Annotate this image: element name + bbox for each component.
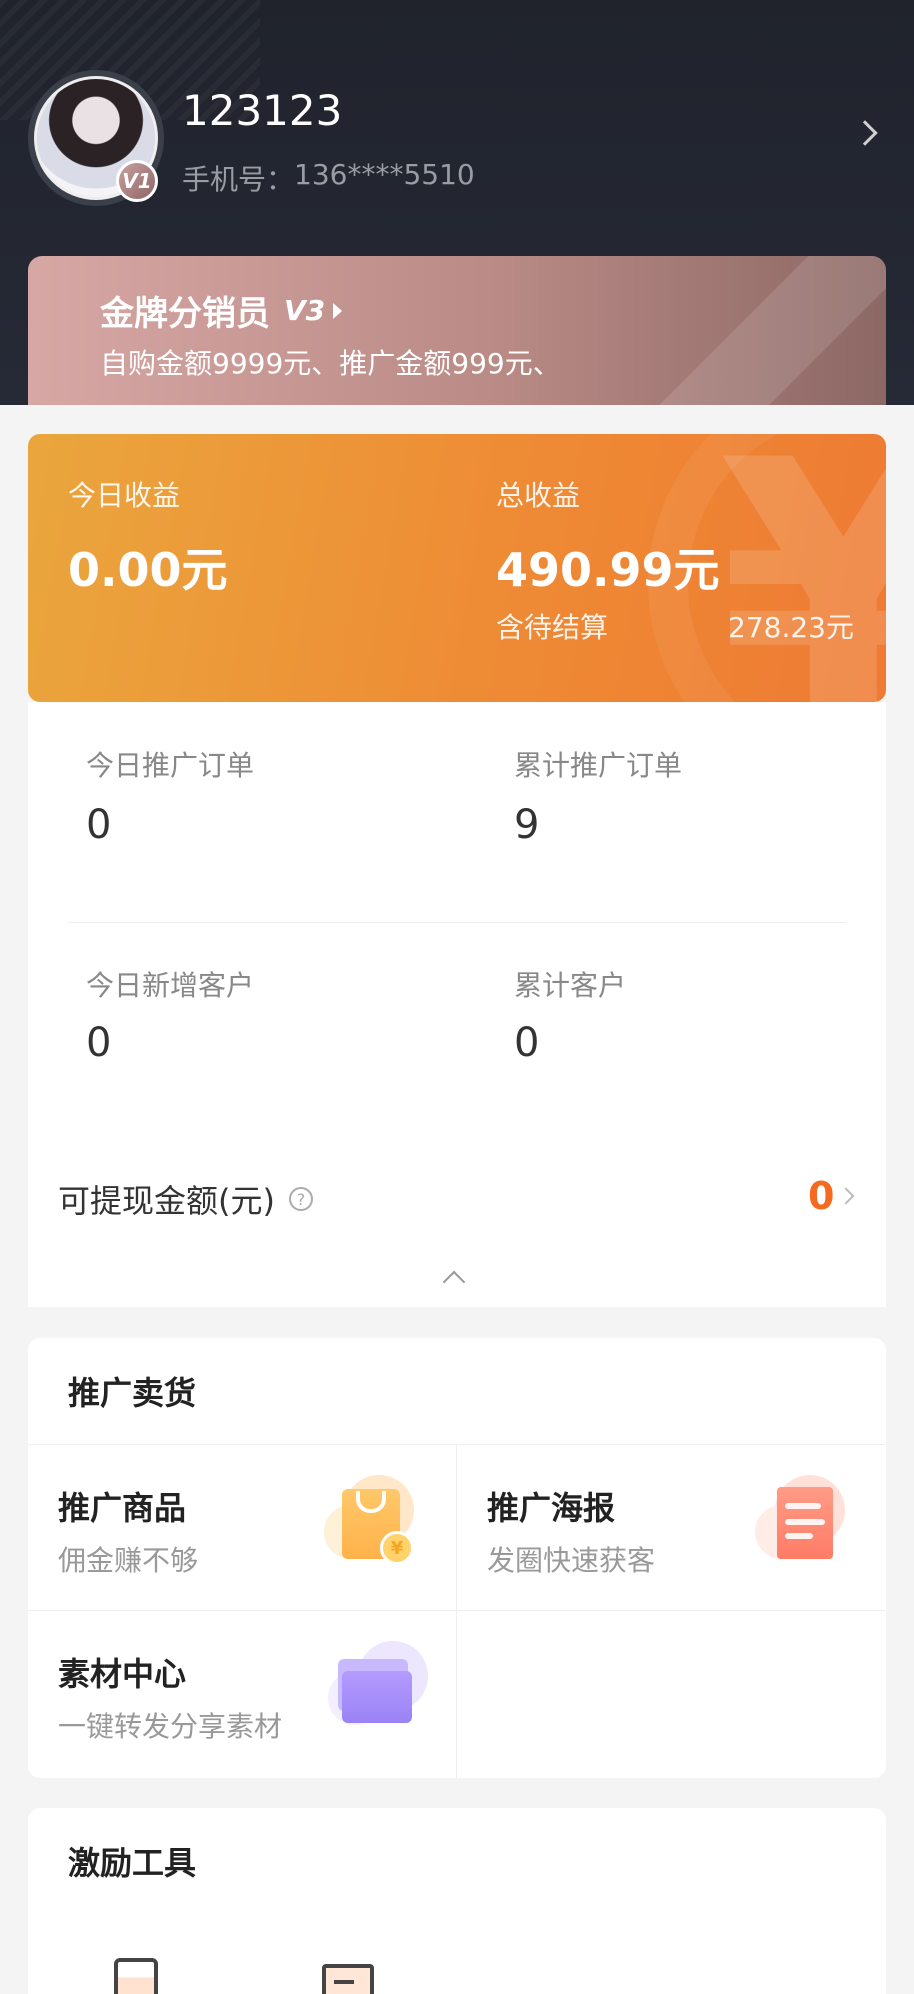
today-customers-value: 0 [86, 1020, 112, 1066]
level-arrow-icon [333, 302, 343, 319]
promote-products-tile[interactable]: 推广商品 佣金赚不够 ¥ [28, 1444, 456, 1609]
total-orders-label: 累计推广订单 [514, 749, 683, 782]
tile-title: 推广商品 [58, 1489, 187, 1527]
level-title: 金牌分销员 [100, 294, 270, 334]
material-center-tile[interactable]: 素材中心 一键转发分享素材 [28, 1610, 456, 1775]
stats-divider [68, 922, 846, 923]
profile-header: V1 123123 手机号： 136****5510 金牌分销员 V3 自购金额… [0, 0, 914, 405]
total-income-label: 总收益 [496, 479, 581, 512]
phone-row: 手机号： 136****5510 [182, 158, 475, 198]
today-income-label: 今日收益 [68, 479, 181, 512]
today-orders-label: 今日推广订单 [86, 749, 255, 782]
level-card-decoration [588, 256, 886, 405]
document-tool-icon[interactable] [322, 1964, 374, 1994]
phone-tool-icon[interactable] [114, 1958, 158, 1994]
collapse-chevron-up-icon[interactable] [442, 1270, 466, 1294]
level-tag: V3 [284, 294, 326, 327]
coin-icon: ¥ [380, 1531, 414, 1565]
withdraw-value[interactable]: 0 [808, 1174, 834, 1218]
yen-watermark-icon: ¥ [718, 434, 886, 702]
phone-number: 136****5510 [294, 158, 475, 191]
stats-panel: 今日推广订单 0 累计推广订单 9 今日新增客户 0 累计客户 0 可提现金额(… [28, 702, 886, 1307]
promote-poster-tile[interactable]: 推广海报 发圈快速获客 [457, 1444, 885, 1609]
today-orders-value: 0 [86, 802, 112, 848]
poster-icon [747, 1475, 847, 1575]
profile-chevron-right-icon[interactable] [852, 120, 878, 146]
today-customers-label: 今日新增客户 [86, 969, 255, 1002]
pending-label: 含待结算 [496, 611, 609, 644]
total-orders-value: 9 [514, 802, 540, 848]
help-icon[interactable]: ? [288, 1187, 313, 1211]
tile-title: 素材中心 [58, 1655, 187, 1693]
promote-section: 推广卖货 推广商品 佣金赚不够 ¥ 推广海报 发圈快速获客 素材中心 一键转发分… [28, 1338, 886, 1778]
level-description: 自购金额9999元、推广金额999元、 [100, 347, 561, 380]
today-income-value: 0.00元 [68, 543, 228, 597]
incentive-section-title: 激励工具 [68, 1844, 197, 1882]
folder-icon [328, 1641, 428, 1741]
tile-subtitle: 佣金赚不够 [58, 1544, 199, 1577]
pending-value: 278.23元 [728, 611, 854, 644]
total-income-value: 490.99元 [496, 543, 720, 597]
tile-title: 推广海报 [487, 1489, 616, 1527]
promote-section-title: 推广卖货 [68, 1374, 197, 1412]
withdraw-label: 可提现金额(元) [58, 1182, 275, 1220]
vip-badge: V1 [116, 160, 158, 202]
level-card[interactable]: 金牌分销员 V3 自购金额9999元、推广金额999元、 [28, 256, 886, 405]
withdraw-row[interactable]: 可提现金额(元) ? [58, 1176, 313, 1222]
income-card: ¥ 今日收益 0.00元 总收益 490.99元 含待结算 278.23元 [28, 434, 886, 702]
phone-label: 手机号： [182, 163, 295, 196]
tile-subtitle: 一键转发分享素材 [58, 1710, 283, 1743]
incentive-section: 激励工具 [28, 1808, 886, 1994]
username: 123123 [182, 86, 343, 135]
empty-tile [457, 1610, 885, 1775]
level-title-row: 金牌分销员 V3 [100, 286, 343, 335]
tile-subtitle: 发圈快速获客 [487, 1544, 656, 1577]
total-customers-value: 0 [514, 1020, 540, 1066]
shopping-bag-icon: ¥ [324, 1475, 424, 1575]
total-customers-label: 累计客户 [514, 969, 627, 1002]
withdraw-chevron-right-icon[interactable] [837, 1187, 855, 1205]
